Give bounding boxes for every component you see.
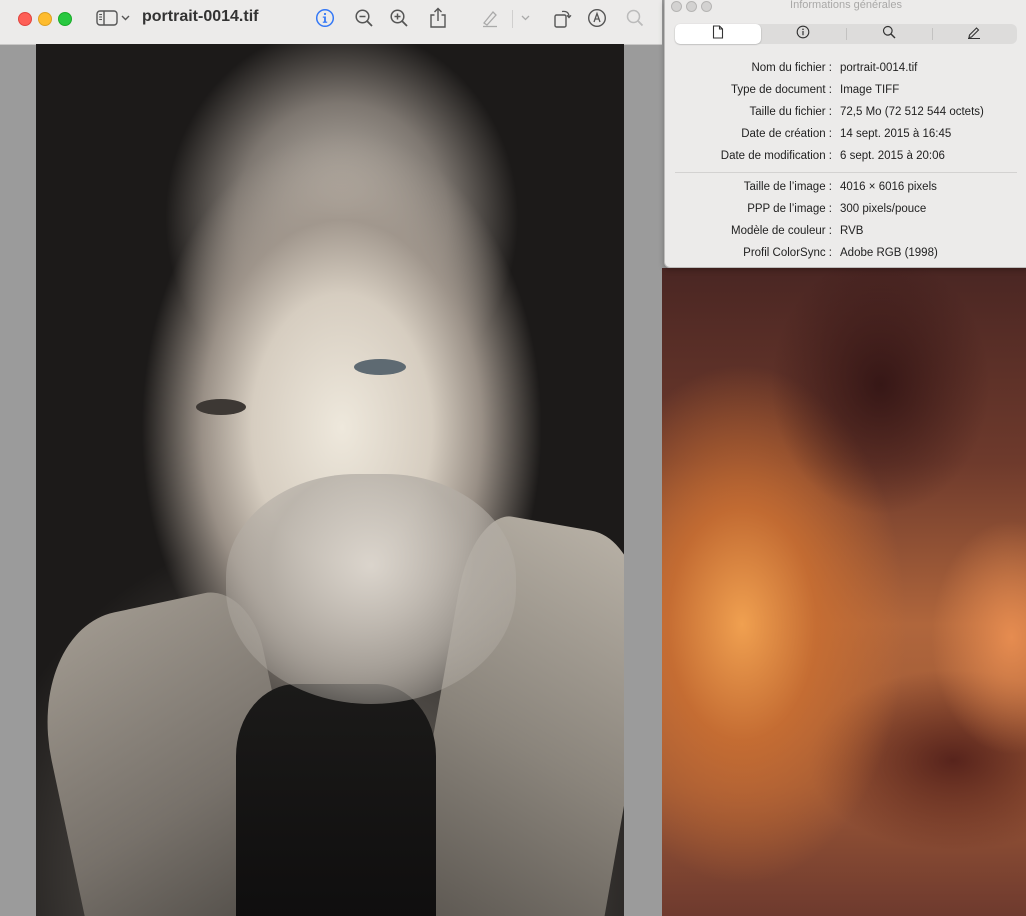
- zoom-in-icon: [389, 8, 409, 28]
- info-row-created: Date de création : 14 sept. 2015 à 16:45: [665, 124, 1026, 146]
- window-toolbar: portrait-0014.tif: [0, 0, 662, 45]
- photo-region-eye-left: [196, 399, 246, 415]
- info-row-file-size: Taille du fichier : 72,5 Mo (72 512 544 …: [665, 102, 1026, 124]
- info-row-image-size: Taille de l’image : 4016 × 6016 pixels: [665, 177, 1026, 199]
- info-value: portrait-0014.tif: [840, 62, 918, 74]
- sidebar-toggle-button[interactable]: [94, 7, 132, 29]
- info-label: Profil ColorSync :: [743, 247, 832, 259]
- info-label: Date de modification :: [720, 150, 832, 162]
- share-icon: [429, 7, 447, 29]
- info-value: Adobe RGB (1998): [840, 247, 938, 259]
- panel-minimize-button[interactable]: [686, 1, 697, 12]
- background-painting-image: [662, 268, 1026, 916]
- photo-region-eye-right: [354, 359, 406, 375]
- chevron-down-icon: [121, 15, 130, 21]
- search-icon: [625, 8, 645, 28]
- share-button[interactable]: [427, 7, 449, 29]
- info-row-color-model: Modèle de couleur : RVB: [665, 221, 1026, 243]
- info-label: Taille du fichier :: [749, 106, 832, 118]
- tab-annotations[interactable]: [931, 24, 1018, 44]
- markup-icon: [587, 8, 607, 28]
- rotate-button[interactable]: [552, 7, 574, 29]
- chevron-down-icon: [521, 15, 530, 21]
- info-label: Date de création :: [741, 128, 832, 140]
- info-row-filename: Nom du fichier : portrait-0014.tif: [665, 58, 1026, 80]
- info-value: 72,5 Mo (72 512 544 octets): [840, 106, 984, 118]
- portrait-image[interactable]: [36, 44, 624, 916]
- info-row-modified: Date de modification : 6 sept. 2015 à 20…: [665, 146, 1026, 168]
- tab-keywords[interactable]: [846, 24, 932, 44]
- info-row-colorsync-profile: Profil ColorSync : Adobe RGB (1998): [665, 243, 1026, 265]
- info-divider: [675, 172, 1017, 173]
- info-label: PPP de l’image :: [747, 203, 832, 215]
- info-button[interactable]: [314, 7, 336, 29]
- info-icon: [315, 8, 335, 28]
- info-value: 6 sept. 2015 à 20:06: [840, 150, 945, 162]
- rotate-icon: [553, 7, 573, 29]
- info-label: Modèle de couleur :: [730, 225, 832, 237]
- info-label: Type de document :: [730, 84, 832, 96]
- info-tabs: [675, 24, 1017, 44]
- zoom-out-button[interactable]: [353, 7, 375, 29]
- markup-button[interactable]: [586, 7, 608, 29]
- zoom-in-button[interactable]: [388, 7, 410, 29]
- panel-zoom-button[interactable]: [701, 1, 712, 12]
- pencil-icon: [967, 25, 981, 44]
- info-panel: Informations générales Nom du fichier: …: [664, 0, 1026, 268]
- panel-close-button[interactable]: [671, 1, 682, 12]
- info-value: Image TIFF: [840, 84, 900, 96]
- info-value: 4016 × 6016 pixels: [840, 181, 937, 193]
- info-value: RVB: [840, 225, 864, 237]
- toolbar-divider: [512, 10, 513, 28]
- close-button[interactable]: [18, 12, 32, 26]
- document-title[interactable]: portrait-0014.tif: [142, 8, 258, 26]
- highlight-options-button[interactable]: [518, 7, 532, 29]
- photo-region-beard: [226, 474, 516, 704]
- info-value: 14 sept. 2015 à 16:45: [840, 128, 952, 140]
- info-row-image-dpi: PPP de l’image : 300 pixels/pouce: [665, 199, 1026, 221]
- sidebar-icon: [96, 10, 118, 26]
- photo-region-shirt: [236, 684, 436, 916]
- info-panel-title: Informations générales: [790, 0, 902, 11]
- info-icon: [796, 25, 810, 44]
- document-icon: [712, 24, 724, 44]
- tab-general[interactable]: [675, 24, 761, 44]
- zoom-button[interactable]: [58, 12, 72, 26]
- search-button[interactable]: [624, 7, 646, 29]
- preview-window: portrait-0014.tif: [0, 0, 662, 916]
- tab-more-info[interactable]: [761, 24, 847, 44]
- info-rows: Nom du fichier : portrait-0014.tif Type …: [665, 58, 1026, 265]
- highlight-button[interactable]: [479, 7, 501, 29]
- minimize-button[interactable]: [38, 12, 52, 26]
- info-label: Nom du fichier :: [751, 62, 832, 74]
- info-row-document-type: Type de document : Image TIFF: [665, 80, 1026, 102]
- highlighter-icon: [480, 8, 500, 28]
- info-label: Taille de l’image :: [743, 181, 832, 193]
- zoom-out-icon: [354, 8, 374, 28]
- search-icon: [882, 25, 896, 44]
- info-value: 300 pixels/pouce: [840, 203, 927, 215]
